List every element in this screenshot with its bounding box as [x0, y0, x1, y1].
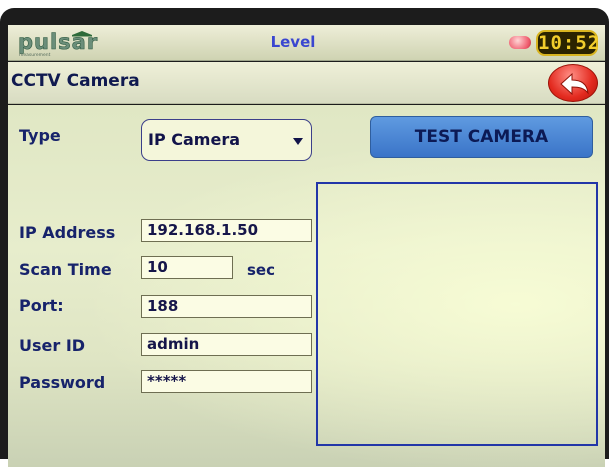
password-field[interactable]: ***** — [141, 370, 312, 393]
test-camera-button[interactable]: TEST CAMERA — [370, 116, 593, 158]
logo-tagline: measurement — [19, 52, 51, 57]
device-frame: pulsar measurement Level 10:52 CCTV Came… — [0, 8, 609, 467]
scan-time-unit: sec — [247, 261, 275, 279]
scan-time-label: Scan Time — [19, 260, 112, 279]
back-button[interactable] — [548, 64, 598, 102]
port-label: Port: — [19, 296, 64, 315]
logo-wordmark: pulsar — [18, 30, 98, 54]
port-field[interactable]: 188 — [141, 295, 312, 318]
pulsar-logo: pulsar measurement — [16, 29, 122, 58]
content-area: Type IP Camera TEST CAMERA IP Address 19… — [8, 105, 605, 467]
clock-display: 10:52 — [536, 30, 601, 56]
type-select[interactable]: IP Camera — [141, 119, 312, 161]
type-select-value: IP Camera — [148, 130, 240, 149]
ip-address-field[interactable]: 192.168.1.50 — [141, 219, 312, 242]
header-title: Level — [270, 33, 316, 51]
back-arrow-icon — [560, 72, 589, 96]
screen: pulsar measurement Level 10:52 CCTV Came… — [8, 25, 605, 467]
user-id-label: User ID — [19, 336, 86, 355]
camera-preview — [316, 182, 598, 446]
dropdown-arrow-icon — [293, 138, 303, 145]
password-label: Password — [19, 373, 106, 392]
page-title: CCTV Camera — [11, 71, 140, 91]
user-id-field[interactable]: admin — [141, 333, 312, 356]
ip-address-label: IP Address — [19, 223, 116, 242]
top-bar: pulsar measurement Level 10:52 — [8, 25, 605, 61]
status-led-icon — [509, 36, 531, 49]
type-label: Type — [19, 126, 61, 145]
title-bar: CCTV Camera — [8, 62, 605, 104]
scan-time-field[interactable]: 10 — [141, 256, 233, 279]
